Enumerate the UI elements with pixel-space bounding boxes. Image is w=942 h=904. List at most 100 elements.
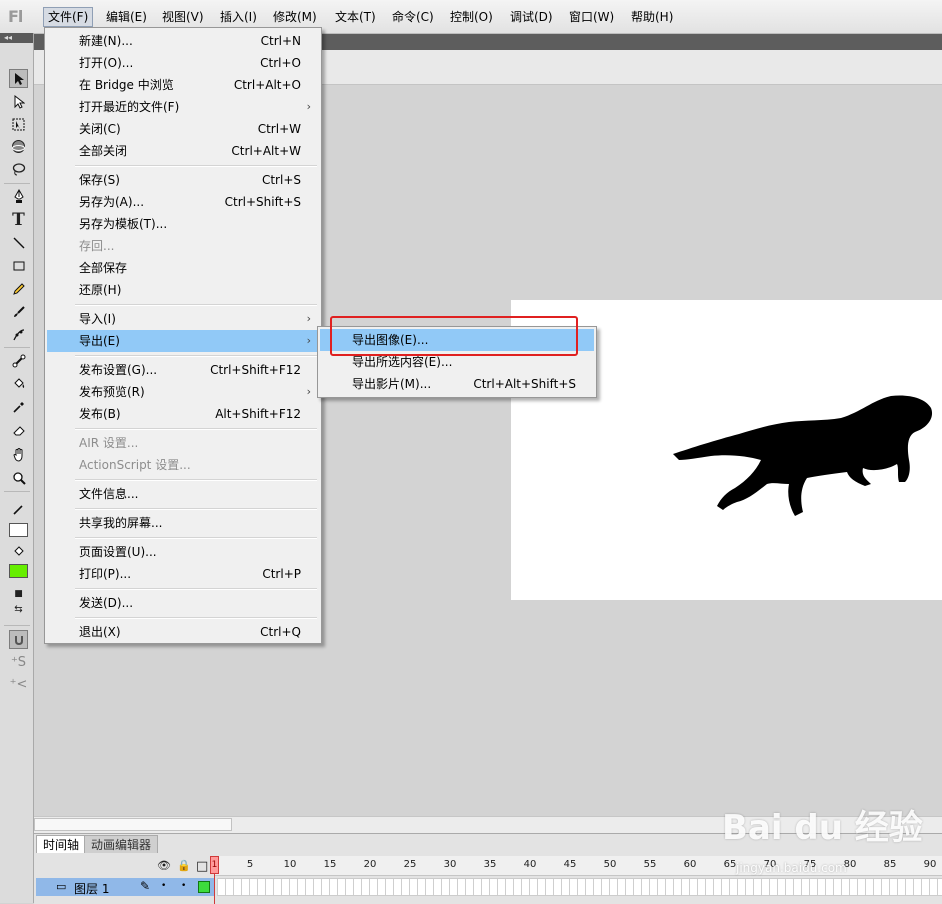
menu-separator: [75, 479, 317, 481]
menu-item-air-settings: AIR 设置...: [79, 436, 139, 450]
outline-icon[interactable]: □: [196, 859, 208, 874]
menu-item-send[interactable]: 发送(D)...: [47, 592, 319, 614]
tools-collapse-icon[interactable]: ◂◂: [0, 33, 33, 43]
menu-debug[interactable]: 调试(D): [506, 7, 557, 27]
menu-item-import[interactable]: 导入(I) ›: [47, 308, 319, 330]
selection-arrow-icon[interactable]: [9, 69, 28, 88]
playhead[interactable]: 1: [210, 856, 219, 874]
snap-magnet-icon[interactable]: [9, 630, 28, 649]
menu-item-open-recent[interactable]: 打开最近的文件(F) ›: [47, 96, 319, 118]
stroke-color-swatch[interactable]: [9, 523, 28, 537]
layer-row[interactable]: ▭ 图层 1 ✎ • •: [36, 878, 214, 896]
layer-type-icon: ▭: [56, 880, 67, 893]
frames-row[interactable]: [217, 878, 942, 896]
frame-number-label: 10: [283, 859, 297, 870]
layer-color-icon[interactable]: [198, 881, 210, 893]
submenu-arrow-icon: ›: [306, 100, 311, 113]
layer-name[interactable]: 图层 1: [74, 880, 109, 897]
straighten-icon[interactable]: ⁺<: [9, 675, 28, 694]
menu-item-save[interactable]: 保存(S) Ctrl+S: [47, 169, 319, 191]
tools-separator: [4, 183, 30, 184]
lock-dot-icon[interactable]: •: [181, 881, 186, 891]
smooth-icon[interactable]: ⁺S: [9, 653, 28, 672]
3d-rotation-icon[interactable]: [9, 137, 28, 156]
menu-item-publish-settings[interactable]: 发布设置(G)... Ctrl+Shift+F12: [47, 359, 319, 381]
pen-icon[interactable]: [9, 187, 28, 206]
tab-timeline[interactable]: 时间轴: [36, 835, 87, 853]
watermark-url: jingyan.baidu.com: [736, 861, 847, 875]
eyedropper-icon[interactable]: [9, 397, 28, 416]
menu-item-export[interactable]: 导出(E) ›: [47, 330, 319, 352]
lasso-icon[interactable]: [9, 160, 28, 179]
menu-item-save-as-template[interactable]: 另存为模板(T)...: [47, 213, 319, 235]
menu-edit[interactable]: 编辑(E): [102, 7, 151, 27]
menu-item-actionscript-settings: ActionScript 设置...: [79, 458, 191, 472]
tools-separator: [4, 625, 30, 626]
menu-file[interactable]: 文件(F): [43, 7, 94, 27]
frame-number-label: 50: [603, 859, 617, 870]
eye-icon[interactable]: 👁: [157, 859, 171, 872]
stroke-color-icon[interactable]: [9, 499, 28, 518]
annotation-highlight-box: [330, 316, 578, 356]
menu-item-share-screen[interactable]: 共享我的屏幕...: [47, 512, 319, 534]
frame-number-label: 55: [643, 859, 657, 870]
subselection-arrow-icon[interactable]: [9, 92, 28, 111]
tools-separator: [4, 347, 30, 348]
menu-item-close-all[interactable]: 全部关闭 Ctrl+Alt+W: [47, 140, 319, 162]
menu-item-publish[interactable]: 发布(B) Alt+Shift+F12: [47, 403, 319, 425]
fill-color-icon[interactable]: [9, 542, 28, 561]
fill-color-swatch[interactable]: [9, 564, 28, 578]
menu-separator: [75, 508, 317, 510]
paint-bucket-icon[interactable]: [9, 374, 28, 393]
watermark-logo: Bai du 经验: [722, 808, 923, 848]
menu-item-revert[interactable]: 还原(H): [47, 279, 319, 301]
tab-motion-editor[interactable]: 动画编辑器: [84, 835, 159, 853]
line-icon[interactable]: [9, 233, 28, 252]
menu-item-close[interactable]: 关闭(C) Ctrl+W: [47, 118, 319, 140]
submenu-arrow-icon: ›: [306, 312, 311, 325]
pencil-icon[interactable]: [9, 279, 28, 298]
menu-item-check-in: 存回...: [79, 239, 115, 253]
menu-window[interactable]: 窗口(W): [565, 7, 618, 27]
menu-text[interactable]: 文本(T): [331, 7, 380, 27]
frame-number-label: 60: [683, 859, 697, 870]
brush-icon[interactable]: [9, 302, 28, 321]
menu-item-print[interactable]: 打印(P)... Ctrl+P: [47, 563, 319, 585]
text-icon[interactable]: T: [9, 210, 28, 230]
menu-separator: [75, 428, 317, 430]
menu-separator: [75, 304, 317, 306]
deco-icon[interactable]: [9, 325, 28, 344]
edit-pencil-icon: ✎: [140, 879, 151, 893]
swap-colors-icon[interactable]: ⇆: [9, 600, 28, 619]
app-logo: Fl: [8, 7, 23, 26]
menu-item-export-movie[interactable]: 导出影片(M)... Ctrl+Alt+Shift+S: [320, 373, 594, 395]
menu-commands[interactable]: 命令(C): [388, 7, 438, 27]
bone-icon[interactable]: [9, 351, 28, 370]
frame-number-label: 45: [563, 859, 577, 870]
frame-number-label: 25: [403, 859, 417, 870]
hand-icon[interactable]: [9, 445, 28, 464]
menu-item-file-info[interactable]: 文件信息...: [47, 483, 319, 505]
menu-modify[interactable]: 修改(M): [269, 7, 321, 27]
scrollbar-thumb[interactable]: [34, 818, 232, 831]
frame-number-label: 35: [483, 859, 497, 870]
visibility-dot-icon[interactable]: •: [161, 881, 166, 891]
rectangle-icon[interactable]: [9, 256, 28, 275]
zoom-icon[interactable]: [9, 468, 28, 487]
menu-control[interactable]: 控制(O): [446, 7, 497, 27]
menu-insert[interactable]: 插入(I): [216, 7, 261, 27]
menu-separator: [75, 165, 317, 167]
menu-item-save-all[interactable]: 全部保存: [47, 257, 319, 279]
menu-item-open[interactable]: 打开(O)... Ctrl+O: [47, 52, 319, 74]
menu-item-publish-preview[interactable]: 发布预览(R) ›: [47, 381, 319, 403]
menu-item-browse-bridge[interactable]: 在 Bridge 中浏览 Ctrl+Alt+O: [47, 74, 319, 96]
menu-item-new[interactable]: 新建(N)... Ctrl+N: [47, 30, 319, 52]
menu-item-save-as[interactable]: 另存为(A)... Ctrl+Shift+S: [47, 191, 319, 213]
menu-help[interactable]: 帮助(H): [627, 7, 677, 27]
lock-icon[interactable]: 🔒: [177, 859, 191, 872]
menu-item-page-setup[interactable]: 页面设置(U)...: [47, 541, 319, 563]
free-transform-icon[interactable]: [9, 115, 28, 134]
menu-item-exit[interactable]: 退出(X) Ctrl+Q: [47, 621, 319, 643]
menu-view[interactable]: 视图(V): [158, 7, 208, 27]
eraser-icon[interactable]: [9, 420, 28, 439]
